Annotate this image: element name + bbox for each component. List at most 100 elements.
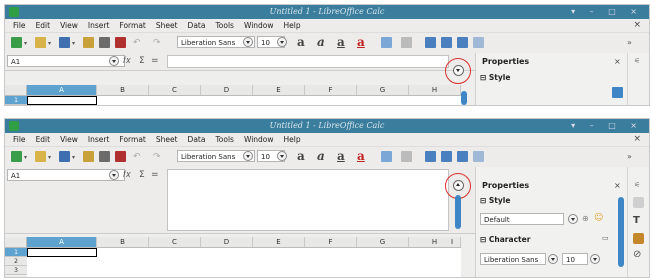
- menu-file[interactable]: File: [8, 135, 31, 144]
- menu-insert[interactable]: Insert: [83, 135, 115, 144]
- menu-edit[interactable]: Edit: [31, 21, 56, 30]
- gallery-tab-icon[interactable]: [633, 233, 644, 244]
- align-icon[interactable]: [381, 37, 392, 48]
- formula-icon[interactable]: =: [151, 170, 159, 180]
- column-header-g[interactable]: G: [357, 85, 409, 95]
- collapse-formula-bar-button[interactable]: [453, 180, 464, 191]
- row-header-1[interactable]: 1: [5, 248, 27, 257]
- name-box-dropdown[interactable]: [109, 170, 119, 180]
- chevron-down-icon[interactable]: ▾: [24, 40, 27, 47]
- borders-icon[interactable]: [401, 37, 412, 48]
- formula-input[interactable]: [167, 55, 449, 68]
- select-all-corner[interactable]: [5, 237, 27, 247]
- style-section-header[interactable]: ⊟ Style: [480, 196, 510, 205]
- align-right-icon[interactable]: [457, 37, 468, 48]
- window-controls[interactable]: ▾ – □ ×: [571, 7, 643, 16]
- align-center-icon[interactable]: [441, 37, 452, 48]
- font-color-icon[interactable]: a: [357, 149, 365, 163]
- chevron-down-icon[interactable]: ▾: [24, 154, 27, 161]
- toolbar-overflow[interactable]: »: [627, 152, 632, 161]
- formula-input-expanded[interactable]: [167, 169, 449, 231]
- wrap-text-icon[interactable]: [473, 151, 484, 162]
- name-box[interactable]: A1: [7, 169, 125, 181]
- export-pdf-icon[interactable]: [83, 37, 94, 48]
- column-header-g[interactable]: G: [357, 237, 409, 247]
- font-color-icon[interactable]: a: [357, 35, 365, 49]
- chevron-down-icon[interactable]: ▾: [48, 40, 51, 47]
- font-size-dropdown[interactable]: [277, 151, 287, 161]
- column-header-c[interactable]: C: [149, 85, 201, 95]
- save-icon[interactable]: [59, 37, 70, 48]
- new-document-icon[interactable]: [11, 151, 22, 162]
- sum-icon[interactable]: Σ: [139, 170, 145, 180]
- sidebar-close-icon[interactable]: ×: [614, 57, 621, 66]
- menu-help[interactable]: Help: [279, 135, 306, 144]
- column-header-e[interactable]: E: [253, 85, 305, 95]
- borders-icon[interactable]: [401, 151, 412, 162]
- menu-sheet[interactable]: Sheet: [151, 21, 183, 30]
- redo-icon[interactable]: ↷: [153, 152, 161, 162]
- properties-tab-icon[interactable]: [633, 197, 644, 208]
- menu-insert[interactable]: Insert: [83, 21, 115, 30]
- print-icon[interactable]: [99, 151, 110, 162]
- row-header-1[interactable]: 1: [5, 96, 27, 105]
- sidebar-scrollbar[interactable]: [618, 197, 624, 267]
- name-box-dropdown[interactable]: [109, 56, 119, 66]
- function-wizard-icon[interactable]: 𝑓𝑥: [123, 170, 131, 180]
- style-section-header[interactable]: ⊟ Style: [480, 73, 510, 82]
- styles-tab-icon[interactable]: T: [633, 215, 640, 226]
- italic-button[interactable]: a: [317, 149, 325, 163]
- bold-button[interactable]: a: [297, 35, 305, 49]
- font-name-dropdown[interactable]: [243, 37, 253, 47]
- chevron-down-icon[interactable]: ▾: [72, 154, 75, 161]
- menu-tools[interactable]: Tools: [210, 21, 238, 30]
- formula-icon[interactable]: =: [151, 56, 159, 66]
- toolbar-overflow[interactable]: »: [627, 38, 632, 47]
- sidebar-font-name[interactable]: Liberation Sans: [480, 253, 546, 265]
- align-left-icon[interactable]: [425, 151, 436, 162]
- menu-view[interactable]: View: [55, 21, 83, 30]
- new-document-icon[interactable]: [11, 37, 22, 48]
- menu-edit[interactable]: Edit: [31, 135, 56, 144]
- wrap-text-icon[interactable]: [473, 37, 484, 48]
- close-document-icon[interactable]: ×: [633, 20, 641, 30]
- cell-style-combo[interactable]: Default: [480, 213, 564, 225]
- character-section-header[interactable]: ⊟ Character: [480, 235, 530, 244]
- new-style-icon[interactable]: ☺: [594, 213, 603, 223]
- column-header-h[interactable]: H: [409, 237, 461, 247]
- align-center-icon[interactable]: [441, 151, 452, 162]
- close-document-icon[interactable]: ×: [633, 134, 641, 144]
- column-header-f[interactable]: F: [305, 85, 357, 95]
- row-header-2[interactable]: 2: [5, 257, 27, 266]
- menu-data[interactable]: Data: [183, 135, 211, 144]
- menu-sheet[interactable]: Sheet: [151, 135, 183, 144]
- update-style-icon[interactable]: ⊕: [582, 214, 589, 223]
- italic-button[interactable]: a: [317, 35, 325, 49]
- style-icon[interactable]: [612, 87, 623, 98]
- sum-icon[interactable]: Σ: [139, 56, 145, 66]
- menu-data[interactable]: Data: [183, 21, 211, 30]
- sidebar-size-dropdown[interactable]: [590, 254, 600, 264]
- formula-scrollbar[interactable]: [455, 195, 461, 229]
- open-folder-icon[interactable]: [35, 37, 46, 48]
- column-header-h[interactable]: H: [409, 85, 461, 95]
- column-header-a[interactable]: A: [27, 85, 97, 95]
- bold-button[interactable]: a: [297, 149, 305, 163]
- column-header-i[interactable]: I: [451, 237, 453, 247]
- underline-button[interactable]: a: [337, 149, 345, 163]
- navigator-tab-icon[interactable]: ⊘: [633, 249, 641, 260]
- window-controls[interactable]: ▾ – □ ×: [571, 121, 643, 130]
- undo-icon[interactable]: ↶: [133, 152, 141, 162]
- align-right-icon[interactable]: [457, 151, 468, 162]
- column-header-c[interactable]: C: [149, 237, 201, 247]
- sidebar-font-size[interactable]: 10: [562, 253, 588, 265]
- menu-file[interactable]: File: [8, 21, 31, 30]
- clone-formatting-icon[interactable]: [115, 37, 126, 48]
- undo-icon[interactable]: ↶: [133, 38, 141, 48]
- clone-formatting-icon[interactable]: [115, 151, 126, 162]
- select-all-corner[interactable]: [5, 85, 27, 95]
- column-header-a[interactable]: A: [27, 237, 97, 247]
- sidebar-settings-icon[interactable]: ⚟: [634, 181, 640, 189]
- chevron-down-icon[interactable]: ▾: [48, 154, 51, 161]
- underline-button[interactable]: a: [337, 35, 345, 49]
